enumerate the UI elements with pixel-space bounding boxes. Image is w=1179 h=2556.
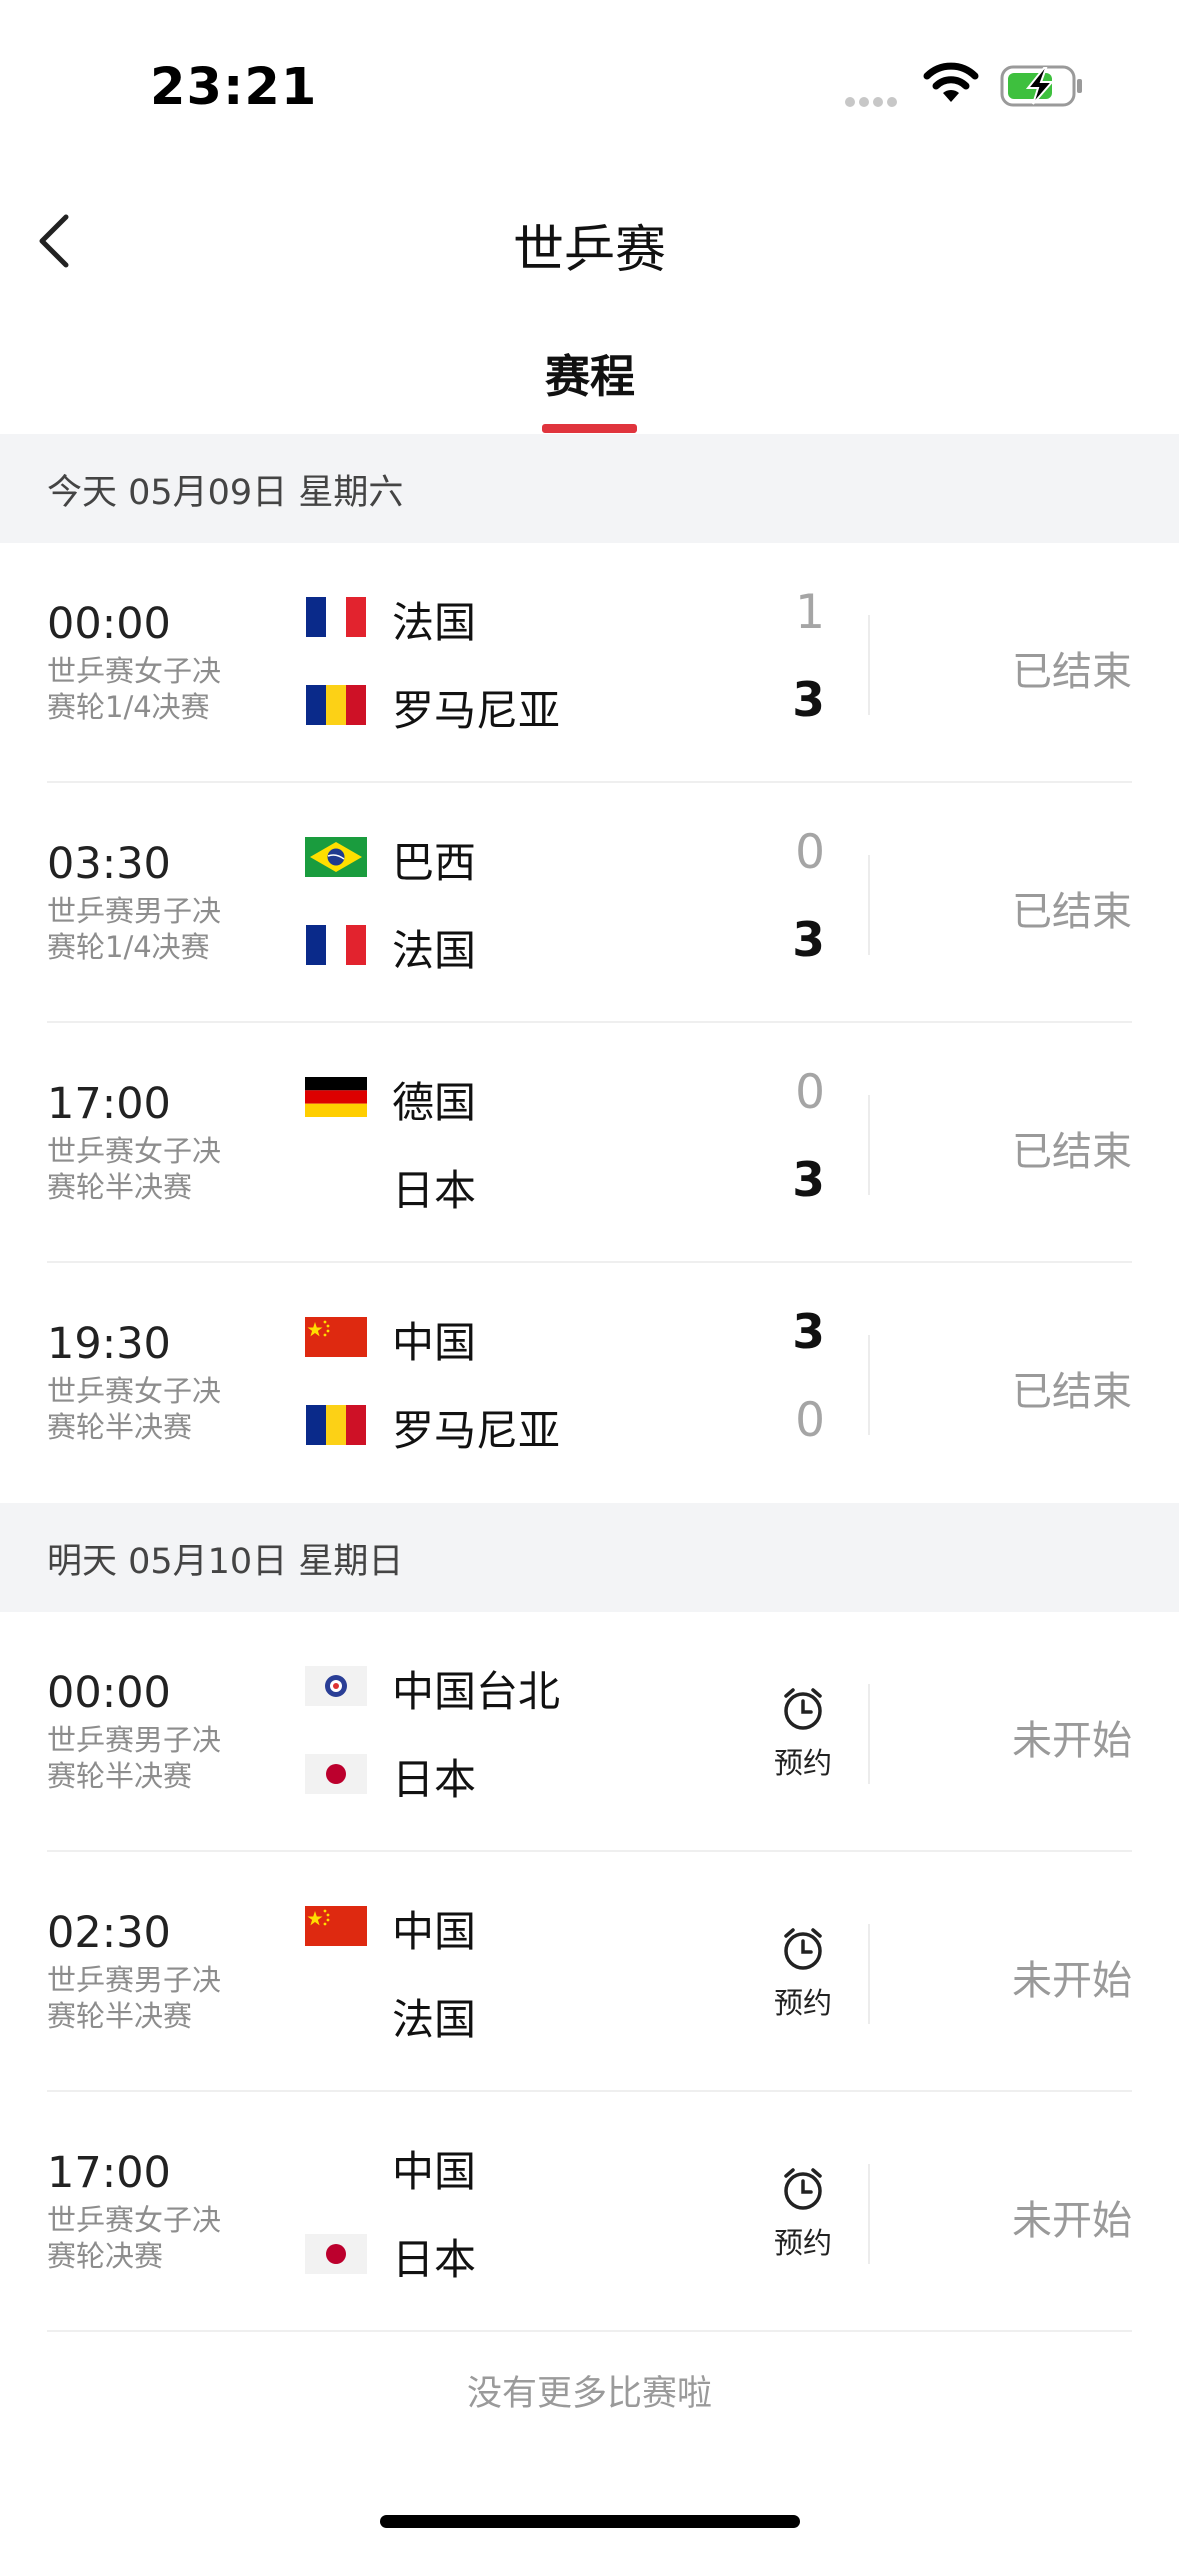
match-status: 已结束 <box>1012 1129 1132 1175</box>
team-score: 0 <box>795 1065 825 1120</box>
alarm-clock-icon <box>784 2168 822 2210</box>
chinese-taipei-flag-icon <box>305 1666 367 1706</box>
team-score: 3 <box>792 673 825 728</box>
team-name: 德国 <box>392 1078 477 1127</box>
reminder-label: 预约 <box>773 2226 832 2260</box>
day-header-tomorrow: 明天 05月10日 星期日 <box>0 1503 1179 1612</box>
team-name: 日本 <box>392 2235 477 2284</box>
divider <box>868 1095 870 1195</box>
team-score: 0 <box>795 825 825 880</box>
china-flag-icon <box>305 1317 367 1357</box>
team-name: 罗马尼亚 <box>392 1406 561 1455</box>
match-status: 未开始 <box>1012 2198 1132 2244</box>
match-status: 未开始 <box>1012 1718 1132 1764</box>
match-row[interactable]: 00:00 世乒赛男子决赛轮半决赛 中国台北 日本 预约 未开始 <box>0 1612 1179 1852</box>
reminder-button[interactable]: 预约 <box>753 1684 853 1782</box>
team-name: 中国台北 <box>392 1667 561 1716</box>
team-score: 1 <box>795 585 825 640</box>
alarm-clock-icon <box>784 1928 822 1970</box>
day-header-label: 明天 05月10日 星期日 <box>47 1542 404 1582</box>
alarm-clock-icon <box>784 1688 822 1730</box>
reminder-label: 预约 <box>773 1986 832 2020</box>
team-name: 中国 <box>392 1907 477 1956</box>
match-status: 已结束 <box>1012 1369 1132 1415</box>
team-score: 0 <box>795 1393 825 1448</box>
divider <box>868 1924 870 2024</box>
match-stage: 世乒赛男子决赛轮半决赛 <box>47 1723 222 1793</box>
match-row[interactable]: 03:30 世乒赛男子决赛轮1/4决赛 巴西 0 法国 3 已结束 <box>0 783 1179 1023</box>
divider <box>868 1684 870 1784</box>
cellular-signal-icon <box>845 92 901 111</box>
team-name: 日本 <box>392 1755 477 1804</box>
team-score: 3 <box>792 913 825 968</box>
status-time: 23:21 <box>150 58 318 117</box>
team-score: 3 <box>792 1305 825 1360</box>
status-bar: 23:21 <box>0 0 1179 150</box>
divider <box>868 615 870 715</box>
tab-active-indicator <box>542 424 637 433</box>
romania-flag-icon <box>306 1405 366 1445</box>
match-row[interactable]: 19:30 世乒赛女子决赛轮半决赛 中国 3 罗马尼亚 0 已结束 <box>0 1263 1179 1503</box>
battery-charging-icon <box>1000 65 1082 107</box>
team-name: 法国 <box>392 598 477 647</box>
team-name: 罗马尼亚 <box>392 686 561 735</box>
match-stage: 世乒赛男子决赛轮1/4决赛 <box>47 894 222 964</box>
match-status: 已结束 <box>1012 889 1132 935</box>
team-name: 法国 <box>392 926 477 975</box>
france-flag-icon <box>306 597 366 637</box>
page-title: 世乒赛 <box>512 221 666 280</box>
match-time: 03:30 <box>47 839 171 889</box>
match-stage: 世乒赛男子决赛轮半决赛 <box>47 1963 222 2033</box>
match-row[interactable]: 02:30 世乒赛男子决赛轮半决赛 中国 法国 预约 未开始 <box>0 1852 1179 2092</box>
match-time: 02:30 <box>47 1908 171 1958</box>
tab-schedule[interactable]: 赛程 <box>490 340 690 405</box>
match-row[interactable]: 00:00 世乒赛女子决赛轮1/4决赛 法国 1 罗马尼亚 3 已结束 <box>0 543 1179 783</box>
france-flag-icon <box>306 925 366 965</box>
match-time: 00:00 <box>47 1668 171 1718</box>
match-stage: 世乒赛女子决赛轮半决赛 <box>47 1134 222 1204</box>
match-stage: 世乒赛女子决赛轮1/4决赛 <box>47 654 222 724</box>
reminder-label: 预约 <box>773 1746 832 1780</box>
home-indicator[interactable] <box>380 2515 800 2528</box>
reminder-button[interactable]: 预约 <box>753 1924 853 2022</box>
match-time: 19:30 <box>47 1319 171 1369</box>
team-name: 中国 <box>392 1318 477 1367</box>
brazil-flag-icon <box>305 837 367 877</box>
no-more-matches-text: 没有更多比赛啦 <box>466 2374 712 2414</box>
wifi-icon <box>923 62 979 102</box>
romania-flag-icon <box>306 685 366 725</box>
japan-flag-icon <box>305 1754 367 1794</box>
match-status: 已结束 <box>1012 649 1132 695</box>
day-header-today: 今天 05月09日 星期六 <box>0 434 1179 543</box>
divider <box>868 2164 870 2264</box>
china-flag-icon <box>305 1906 367 1946</box>
match-time: 17:00 <box>47 1079 171 1129</box>
reminder-button[interactable]: 预约 <box>753 2164 853 2262</box>
match-row[interactable]: 17:00 世乒赛女子决赛轮半决赛 德国 0 日本 3 已结束 <box>0 1023 1179 1263</box>
germany-flag-icon <box>305 1077 367 1117</box>
team-score: 3 <box>792 1153 825 1208</box>
team-name: 日本 <box>392 1166 477 1215</box>
match-stage: 世乒赛女子决赛轮决赛 <box>47 2203 222 2273</box>
match-stage: 世乒赛女子决赛轮半决赛 <box>47 1374 222 1444</box>
match-time: 17:00 <box>47 2148 171 2198</box>
team-name: 中国 <box>392 2147 477 2196</box>
match-row[interactable]: 17:00 世乒赛女子决赛轮决赛 中国 日本 预约 未开始 <box>0 2092 1179 2332</box>
team-name: 法国 <box>392 1995 477 2044</box>
day-header-label: 今天 05月09日 星期六 <box>47 473 404 513</box>
team-name: 巴西 <box>392 838 477 887</box>
japan-flag-icon <box>305 2234 367 2274</box>
match-time: 00:00 <box>47 599 171 649</box>
row-divider <box>47 2330 1132 2332</box>
divider <box>868 855 870 955</box>
match-status: 未开始 <box>1012 1958 1132 2004</box>
divider <box>868 1335 870 1435</box>
